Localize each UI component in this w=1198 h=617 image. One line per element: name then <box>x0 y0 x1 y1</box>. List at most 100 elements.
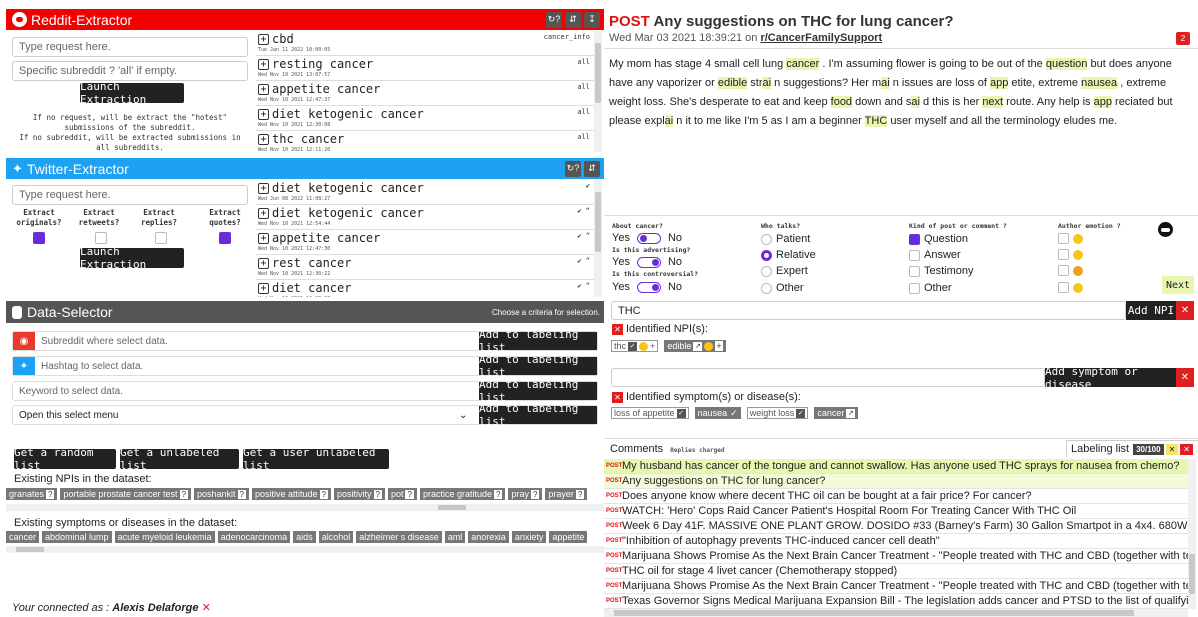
dataset-tag[interactable]: anorexia <box>468 531 509 543</box>
labeling-post-row[interactable]: POST My husband has cancer of the tongue … <box>604 459 1188 474</box>
check-icon[interactable]: ✓ <box>628 341 638 351</box>
expand-icon[interactable]: + <box>258 134 269 145</box>
expand-icon[interactable]: + <box>258 258 269 269</box>
toggle-switch[interactable] <box>636 232 661 244</box>
testimony-checkbox[interactable]: Testimony <box>909 265 974 277</box>
request-item[interactable]: + cbd Tue Jan 11 2022 10:00:05 cancer_info <box>256 31 594 56</box>
dataset-tag[interactable]: aml <box>444 531 466 543</box>
dataset-tag[interactable]: positive attitude? <box>252 488 331 500</box>
about-cancer-toggle[interactable]: Yes No <box>612 232 682 244</box>
answer-checkbox[interactable]: Answer <box>909 249 961 261</box>
post-list-scrollbar[interactable] <box>1188 459 1196 609</box>
emotion-sad-checkbox[interactable] <box>1058 249 1083 260</box>
request-item[interactable]: +diet cancerWed Nov 10 2021 12:00:00 ✔ “ <box>256 280 594 297</box>
dataset-tag[interactable]: prayer? <box>545 488 588 500</box>
dataset-tag[interactable]: poshankit? <box>194 488 249 500</box>
npi-hscroll[interactable] <box>6 504 604 511</box>
clear-symptom-icon[interactable]: ✕ <box>1176 368 1194 387</box>
check-icon[interactable]: ✓ <box>796 408 806 418</box>
dataset-tag[interactable]: practice gratitude? <box>419 488 506 500</box>
extract-originals-checkbox[interactable] <box>33 232 45 244</box>
help-icon[interactable]: ? <box>373 490 382 499</box>
other-radio[interactable]: Other <box>761 282 804 294</box>
add-npi-button[interactable]: Add NPI <box>1126 301 1176 320</box>
help-icon[interactable]: ? <box>493 490 503 499</box>
labeling-list-tab[interactable]: Labeling list 30/100 ✕ ✕ <box>1066 440 1198 457</box>
request-item[interactable]: + diet ketogenic cancer Wed Jun 08 2022 11… <box>256 180 594 205</box>
add-symptom-button[interactable]: Add symptom or disease <box>1045 365 1176 391</box>
user-unlabeled-list-button[interactable]: Get a user unlabeled list <box>243 446 389 472</box>
help-icon[interactable]: ? <box>237 490 246 499</box>
npi-chip[interactable]: edible ↗ + <box>664 340 726 352</box>
keyword-select-input[interactable]: Keyword to select data. <box>19 382 479 400</box>
check-icon[interactable]: ✓ <box>676 408 686 418</box>
comments-tab[interactable]: Comments Replies charged <box>610 443 724 455</box>
extract-quotes-checkbox[interactable] <box>219 232 231 244</box>
help-icon[interactable]: ? <box>405 490 414 499</box>
arrow-icon[interactable]: ↗ <box>693 341 703 351</box>
labeling-post-row[interactable]: POST Marijuana Shows Promise As the Next … <box>604 579 1188 594</box>
add-keyword-to-list-button[interactable]: Add to labeling list <box>479 378 597 404</box>
twitter-launch-button[interactable]: Launch Extraction <box>80 245 184 271</box>
dataset-tag[interactable]: appetite <box>549 531 588 543</box>
request-item[interactable]: + thc cancer Wed Nov 10 2021 12:11:20 all <box>256 131 594 152</box>
request-item[interactable]: + appetite cancer Wed Nov 10 2021 12:47:37… <box>256 81 594 106</box>
request-item[interactable]: + resting cancer Wed Nov 10 2021 13:07:57 a… <box>256 56 594 81</box>
expand-icon[interactable]: + <box>258 208 269 219</box>
symptom-chip[interactable]: nausea ✓ <box>694 407 741 419</box>
twitter-list-scrollbar[interactable] <box>594 180 602 297</box>
dataset-tag[interactable]: pot? <box>387 488 417 500</box>
expand-icon[interactable]: + <box>258 183 269 194</box>
check-icon[interactable]: ✓ <box>730 408 738 419</box>
expand-icon[interactable]: + <box>258 109 269 120</box>
patient-radio[interactable]: Patient <box>761 233 810 245</box>
labeling-post-row[interactable]: POST Texas Governor Signs Medical Marijua… <box>604 594 1188 609</box>
reddit-list-scrollbar[interactable] <box>594 31 602 152</box>
dataset-tag[interactable]: positivity? <box>334 488 385 500</box>
request-item[interactable]: + diet ketogenic cancer Wed Nov 10 2021 12… <box>256 205 594 230</box>
arrow-icon[interactable]: ↗ <box>846 408 856 418</box>
subreddit-select-input[interactable]: Subreddit where select data. <box>41 332 479 350</box>
add-criteria-to-list-button[interactable]: Add to labeling list <box>479 402 597 428</box>
npi-chip[interactable]: thc ✓ + <box>611 340 659 352</box>
labeling-post-row[interactable]: POST Marijuana Shows Promise As the Next … <box>604 549 1188 564</box>
add-hashtag-to-list-button[interactable]: Add to labeling list <box>479 353 597 379</box>
relative-radio[interactable]: Relative <box>761 249 816 261</box>
sort-icon[interactable]: ⇵ <box>584 160 600 177</box>
twitter-request-input[interactable]: Type request here. <box>12 185 248 205</box>
post-list-hscroll[interactable] <box>604 609 1188 617</box>
labeling-post-row[interactable]: POST Any suggestions on THC for lung canc… <box>604 474 1188 489</box>
reddit-subreddit-input[interactable]: Specific subreddit ? 'all' if empty. <box>12 61 248 81</box>
chevron-down-icon[interactable]: ⌄ <box>459 406 479 424</box>
reddit-launch-button[interactable]: Launch Extraction <box>80 80 184 106</box>
extract-retweets-checkbox[interactable] <box>95 232 107 244</box>
reddit-request-input[interactable]: Type request here. <box>12 37 248 57</box>
dataset-tag[interactable]: cancer <box>6 531 40 543</box>
hashtag-select-input[interactable]: Hashtag to select data. <box>41 357 479 375</box>
labeling-post-row[interactable]: POST THC oil for stage 4 livet cancer (Ch… <box>604 564 1188 579</box>
delete-icon[interactable]: ✕ <box>1180 443 1193 455</box>
dataset-tag[interactable]: adenocarcinoma <box>217 531 291 543</box>
dataset-tag[interactable]: alcohol <box>318 531 354 543</box>
emotion-angry-checkbox[interactable] <box>1058 265 1083 276</box>
help-icon[interactable]: ? <box>530 490 540 499</box>
emotion-fear-checkbox[interactable] <box>1058 282 1083 293</box>
dataset-tag[interactable]: acute myeloid leukemia <box>114 531 215 543</box>
extract-replies-checkbox[interactable] <box>155 232 167 244</box>
refresh-help-icon[interactable]: ↻? <box>546 11 562 28</box>
symptom-chip[interactable]: cancer ↗ <box>814 407 859 419</box>
smile-icon[interactable] <box>704 341 714 351</box>
npi-close-icon[interactable]: ✕ <box>612 324 623 335</box>
expand-icon[interactable]: + <box>258 233 269 244</box>
dataset-tag[interactable]: pray? <box>508 488 543 500</box>
refresh-help-icon[interactable]: ↻? <box>565 160 581 177</box>
unlabeled-list-button[interactable]: Get a unlabeled list <box>120 446 239 472</box>
dataset-tag[interactable]: granates? <box>6 488 58 500</box>
dataset-tag[interactable]: aids <box>293 531 316 543</box>
download-icon[interactable]: ↧ <box>584 11 600 28</box>
logout-icon[interactable]: ✕ <box>202 602 211 614</box>
add-subreddit-to-list-button[interactable]: Add to labeling list <box>479 328 597 354</box>
expert-radio[interactable]: Expert <box>761 265 808 277</box>
labeling-post-row[interactable]: POST Week 6 Day 41F. MASSIVE ONE PLANT GR… <box>604 519 1188 534</box>
symptom-chip[interactable]: loss of appetite ✓ <box>611 407 689 419</box>
